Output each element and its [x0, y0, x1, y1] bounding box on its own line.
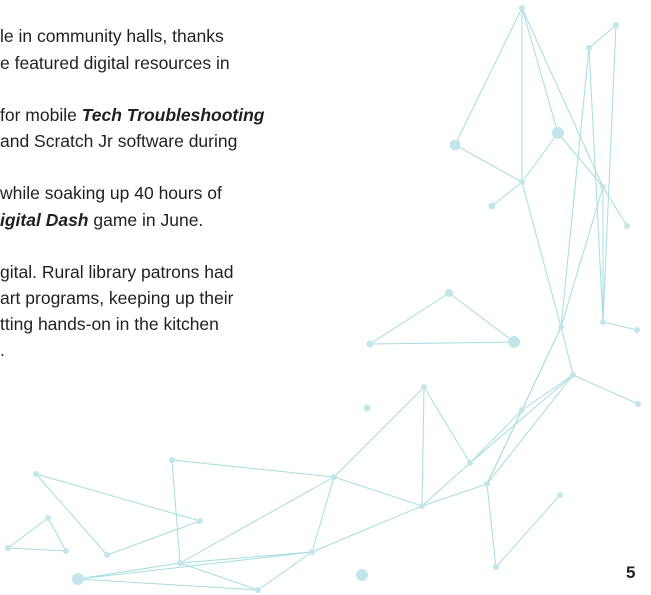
- network-link: [469, 374, 574, 464]
- network-node: [600, 319, 606, 325]
- network-node: [519, 407, 525, 413]
- network-node: [624, 223, 630, 229]
- body-text-line: gital. Rural library patrons had: [0, 262, 234, 282]
- network-link: [572, 374, 639, 405]
- network-link: [560, 186, 604, 328]
- network-link: [560, 47, 590, 328]
- network-link: [469, 409, 523, 464]
- network-node: [467, 460, 473, 466]
- network-node: [5, 545, 11, 551]
- network-link: [333, 386, 425, 478]
- network-node: [519, 179, 525, 185]
- document-page: le in community halls, thanks e featured…: [0, 0, 651, 595]
- network-node: [519, 5, 525, 11]
- network-link: [421, 386, 425, 507]
- network-node: [309, 549, 315, 555]
- body-text-line: art programs, keeping up their: [0, 288, 234, 308]
- body-text-line: for mobile Tech Troubleshooting: [0, 105, 265, 125]
- network-link: [495, 494, 561, 568]
- network-link: [311, 476, 335, 553]
- network-link: [369, 341, 515, 345]
- network-link: [7, 517, 49, 549]
- network-node: [33, 471, 39, 477]
- network-link: [454, 144, 523, 183]
- network-node: [600, 184, 606, 190]
- network-node: [45, 515, 51, 521]
- network-link: [588, 24, 617, 49]
- network-node: [356, 569, 368, 581]
- network-link: [521, 7, 604, 188]
- network-link: [454, 7, 523, 146]
- network-link: [77, 562, 181, 580]
- network-node: [104, 552, 110, 558]
- network-link: [486, 483, 497, 568]
- game-name: igital Dash: [0, 210, 89, 230]
- network-node: [449, 139, 461, 151]
- network-link: [602, 321, 638, 331]
- network-link: [486, 326, 562, 485]
- network-node: [421, 384, 427, 390]
- network-link: [448, 292, 515, 343]
- network-link: [560, 326, 574, 376]
- network-link: [311, 505, 423, 553]
- network-node: [366, 340, 374, 348]
- network-link: [421, 462, 471, 507]
- network-link: [557, 132, 604, 188]
- network-node: [197, 518, 203, 524]
- network-node: [255, 587, 261, 593]
- network-node: [177, 560, 183, 566]
- network-link: [77, 551, 313, 580]
- network-link: [521, 181, 562, 328]
- network-node: [419, 503, 425, 509]
- network-node: [488, 202, 496, 210]
- body-text-line: le in community halls, thanks: [0, 26, 224, 46]
- network-link: [521, 132, 559, 183]
- network-link: [369, 292, 450, 345]
- body-text-line: tting hands-on in the kitchen: [0, 314, 219, 334]
- network-link: [491, 181, 523, 207]
- body-text-line: .: [0, 340, 5, 360]
- page-number: 5: [626, 563, 636, 582]
- body-text-line: and Scratch Jr software during: [0, 131, 238, 151]
- network-link: [171, 459, 335, 478]
- network-node: [493, 564, 499, 570]
- network-link: [421, 483, 488, 507]
- network-link: [106, 520, 201, 556]
- network-link: [171, 459, 181, 564]
- network-link: [35, 473, 108, 556]
- network-node: [570, 372, 576, 378]
- network-link: [7, 547, 67, 552]
- network-node: [557, 492, 563, 498]
- network-link: [333, 476, 423, 507]
- network-node: [63, 548, 69, 554]
- network-link: [47, 517, 67, 552]
- network-node: [445, 289, 453, 297]
- network-link: [602, 24, 617, 323]
- network-node: [169, 457, 175, 463]
- body-text-line: igital Dash game in June.: [0, 210, 204, 230]
- network-node: [634, 327, 640, 333]
- body-text-line: e featured digital resources in: [0, 53, 230, 73]
- network-node: [558, 324, 564, 330]
- network-node: [586, 45, 592, 51]
- network-link: [423, 386, 471, 464]
- network-node: [72, 573, 84, 585]
- network-link: [521, 7, 559, 134]
- network-node: [552, 127, 564, 139]
- body-text-line: while soaking up 40 hours of: [0, 183, 222, 203]
- network-link: [486, 374, 574, 485]
- network-node: [613, 22, 619, 28]
- program-name: Tech Troubleshooting: [81, 105, 265, 125]
- network-link: [179, 551, 313, 564]
- network-node: [331, 474, 337, 480]
- network-node: [484, 481, 490, 487]
- network-link: [602, 186, 628, 227]
- network-node: [635, 401, 641, 407]
- network-node: [363, 404, 371, 412]
- network-node: [508, 336, 520, 348]
